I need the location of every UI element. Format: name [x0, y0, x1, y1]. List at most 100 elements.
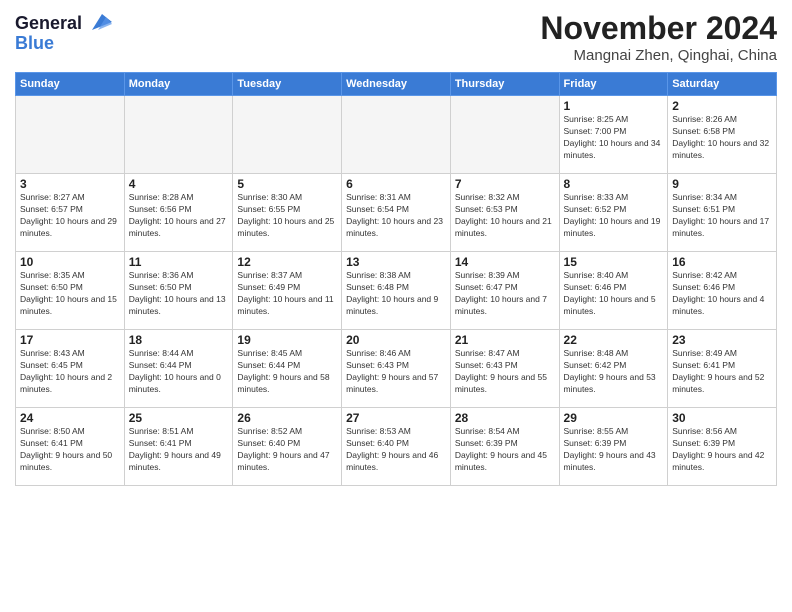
calendar-cell: 30Sunrise: 8:56 AMSunset: 6:39 PMDayligh… [668, 408, 777, 486]
day-info: Sunrise: 8:33 AMSunset: 6:52 PMDaylight:… [564, 192, 664, 240]
day-info: Sunrise: 8:25 AMSunset: 7:00 PMDaylight:… [564, 114, 664, 162]
day-info: Sunrise: 8:26 AMSunset: 6:58 PMDaylight:… [672, 114, 772, 162]
logo: General Blue [15, 14, 112, 54]
day-number: 2 [672, 99, 772, 113]
calendar-cell: 8Sunrise: 8:33 AMSunset: 6:52 PMDaylight… [559, 174, 668, 252]
day-number: 12 [237, 255, 337, 269]
calendar-cell: 1Sunrise: 8:25 AMSunset: 7:00 PMDaylight… [559, 96, 668, 174]
calendar-table: SundayMondayTuesdayWednesdayThursdayFrid… [15, 72, 777, 486]
day-number: 29 [564, 411, 664, 425]
day-number: 1 [564, 99, 664, 113]
day-number: 20 [346, 333, 446, 347]
col-header-tuesday: Tuesday [233, 73, 342, 96]
day-info: Sunrise: 8:35 AMSunset: 6:50 PMDaylight:… [20, 270, 120, 318]
col-header-saturday: Saturday [668, 73, 777, 96]
calendar-cell: 20Sunrise: 8:46 AMSunset: 6:43 PMDayligh… [342, 330, 451, 408]
day-info: Sunrise: 8:39 AMSunset: 6:47 PMDaylight:… [455, 270, 555, 318]
calendar-cell: 23Sunrise: 8:49 AMSunset: 6:41 PMDayligh… [668, 330, 777, 408]
day-info: Sunrise: 8:52 AMSunset: 6:40 PMDaylight:… [237, 426, 337, 474]
day-info: Sunrise: 8:32 AMSunset: 6:53 PMDaylight:… [455, 192, 555, 240]
day-number: 10 [20, 255, 120, 269]
calendar-cell: 29Sunrise: 8:55 AMSunset: 6:39 PMDayligh… [559, 408, 668, 486]
day-number: 23 [672, 333, 772, 347]
calendar-cell: 18Sunrise: 8:44 AMSunset: 6:44 PMDayligh… [124, 330, 233, 408]
calendar-cell: 25Sunrise: 8:51 AMSunset: 6:41 PMDayligh… [124, 408, 233, 486]
header: General Blue November 2024 Mangnai Zhen,… [15, 10, 777, 64]
day-number: 6 [346, 177, 446, 191]
day-info: Sunrise: 8:53 AMSunset: 6:40 PMDaylight:… [346, 426, 446, 474]
day-number: 19 [237, 333, 337, 347]
day-info: Sunrise: 8:49 AMSunset: 6:41 PMDaylight:… [672, 348, 772, 396]
calendar-cell: 2Sunrise: 8:26 AMSunset: 6:58 PMDaylight… [668, 96, 777, 174]
day-info: Sunrise: 8:54 AMSunset: 6:39 PMDaylight:… [455, 426, 555, 474]
day-number: 18 [129, 333, 229, 347]
calendar-week-3: 10Sunrise: 8:35 AMSunset: 6:50 PMDayligh… [16, 252, 777, 330]
calendar-cell: 22Sunrise: 8:48 AMSunset: 6:42 PMDayligh… [559, 330, 668, 408]
calendar-cell: 27Sunrise: 8:53 AMSunset: 6:40 PMDayligh… [342, 408, 451, 486]
day-number: 24 [20, 411, 120, 425]
calendar-cell: 7Sunrise: 8:32 AMSunset: 6:53 PMDaylight… [450, 174, 559, 252]
calendar-cell [16, 96, 125, 174]
col-header-sunday: Sunday [16, 73, 125, 96]
day-info: Sunrise: 8:34 AMSunset: 6:51 PMDaylight:… [672, 192, 772, 240]
day-number: 4 [129, 177, 229, 191]
day-info: Sunrise: 8:46 AMSunset: 6:43 PMDaylight:… [346, 348, 446, 396]
day-info: Sunrise: 8:45 AMSunset: 6:44 PMDaylight:… [237, 348, 337, 396]
day-info: Sunrise: 8:50 AMSunset: 6:41 PMDaylight:… [20, 426, 120, 474]
day-number: 13 [346, 255, 446, 269]
day-number: 7 [455, 177, 555, 191]
day-info: Sunrise: 8:38 AMSunset: 6:48 PMDaylight:… [346, 270, 446, 318]
calendar-cell [342, 96, 451, 174]
calendar-cell [450, 96, 559, 174]
day-number: 21 [455, 333, 555, 347]
calendar-cell: 4Sunrise: 8:28 AMSunset: 6:56 PMDaylight… [124, 174, 233, 252]
day-number: 14 [455, 255, 555, 269]
day-info: Sunrise: 8:28 AMSunset: 6:56 PMDaylight:… [129, 192, 229, 240]
day-number: 27 [346, 411, 446, 425]
day-number: 15 [564, 255, 664, 269]
col-header-friday: Friday [559, 73, 668, 96]
calendar-cell: 16Sunrise: 8:42 AMSunset: 6:46 PMDayligh… [668, 252, 777, 330]
calendar-cell: 15Sunrise: 8:40 AMSunset: 6:46 PMDayligh… [559, 252, 668, 330]
day-info: Sunrise: 8:48 AMSunset: 6:42 PMDaylight:… [564, 348, 664, 396]
calendar-week-4: 17Sunrise: 8:43 AMSunset: 6:45 PMDayligh… [16, 330, 777, 408]
day-number: 3 [20, 177, 120, 191]
logo-icon [84, 12, 112, 34]
day-info: Sunrise: 8:36 AMSunset: 6:50 PMDaylight:… [129, 270, 229, 318]
day-number: 22 [564, 333, 664, 347]
col-header-thursday: Thursday [450, 73, 559, 96]
month-title: November 2024 [540, 10, 777, 47]
day-number: 17 [20, 333, 120, 347]
day-number: 9 [672, 177, 772, 191]
calendar-cell: 10Sunrise: 8:35 AMSunset: 6:50 PMDayligh… [16, 252, 125, 330]
day-number: 30 [672, 411, 772, 425]
location: Mangnai Zhen, Qinghai, China [540, 47, 777, 64]
col-header-wednesday: Wednesday [342, 73, 451, 96]
calendar-cell: 3Sunrise: 8:27 AMSunset: 6:57 PMDaylight… [16, 174, 125, 252]
day-number: 26 [237, 411, 337, 425]
day-info: Sunrise: 8:27 AMSunset: 6:57 PMDaylight:… [20, 192, 120, 240]
logo-blue: Blue [15, 34, 112, 54]
day-info: Sunrise: 8:44 AMSunset: 6:44 PMDaylight:… [129, 348, 229, 396]
calendar-cell: 14Sunrise: 8:39 AMSunset: 6:47 PMDayligh… [450, 252, 559, 330]
day-info: Sunrise: 8:43 AMSunset: 6:45 PMDaylight:… [20, 348, 120, 396]
calendar-cell: 21Sunrise: 8:47 AMSunset: 6:43 PMDayligh… [450, 330, 559, 408]
calendar-cell: 26Sunrise: 8:52 AMSunset: 6:40 PMDayligh… [233, 408, 342, 486]
page: General Blue November 2024 Mangnai Zhen,… [0, 0, 792, 612]
day-info: Sunrise: 8:31 AMSunset: 6:54 PMDaylight:… [346, 192, 446, 240]
day-number: 25 [129, 411, 229, 425]
calendar-cell: 9Sunrise: 8:34 AMSunset: 6:51 PMDaylight… [668, 174, 777, 252]
calendar-cell: 19Sunrise: 8:45 AMSunset: 6:44 PMDayligh… [233, 330, 342, 408]
calendar-cell: 6Sunrise: 8:31 AMSunset: 6:54 PMDaylight… [342, 174, 451, 252]
day-info: Sunrise: 8:37 AMSunset: 6:49 PMDaylight:… [237, 270, 337, 318]
col-header-monday: Monday [124, 73, 233, 96]
day-number: 16 [672, 255, 772, 269]
day-info: Sunrise: 8:42 AMSunset: 6:46 PMDaylight:… [672, 270, 772, 318]
calendar-cell: 13Sunrise: 8:38 AMSunset: 6:48 PMDayligh… [342, 252, 451, 330]
calendar-cell: 24Sunrise: 8:50 AMSunset: 6:41 PMDayligh… [16, 408, 125, 486]
calendar-header-row: SundayMondayTuesdayWednesdayThursdayFrid… [16, 73, 777, 96]
calendar-week-2: 3Sunrise: 8:27 AMSunset: 6:57 PMDaylight… [16, 174, 777, 252]
day-number: 28 [455, 411, 555, 425]
day-number: 8 [564, 177, 664, 191]
calendar-cell [124, 96, 233, 174]
